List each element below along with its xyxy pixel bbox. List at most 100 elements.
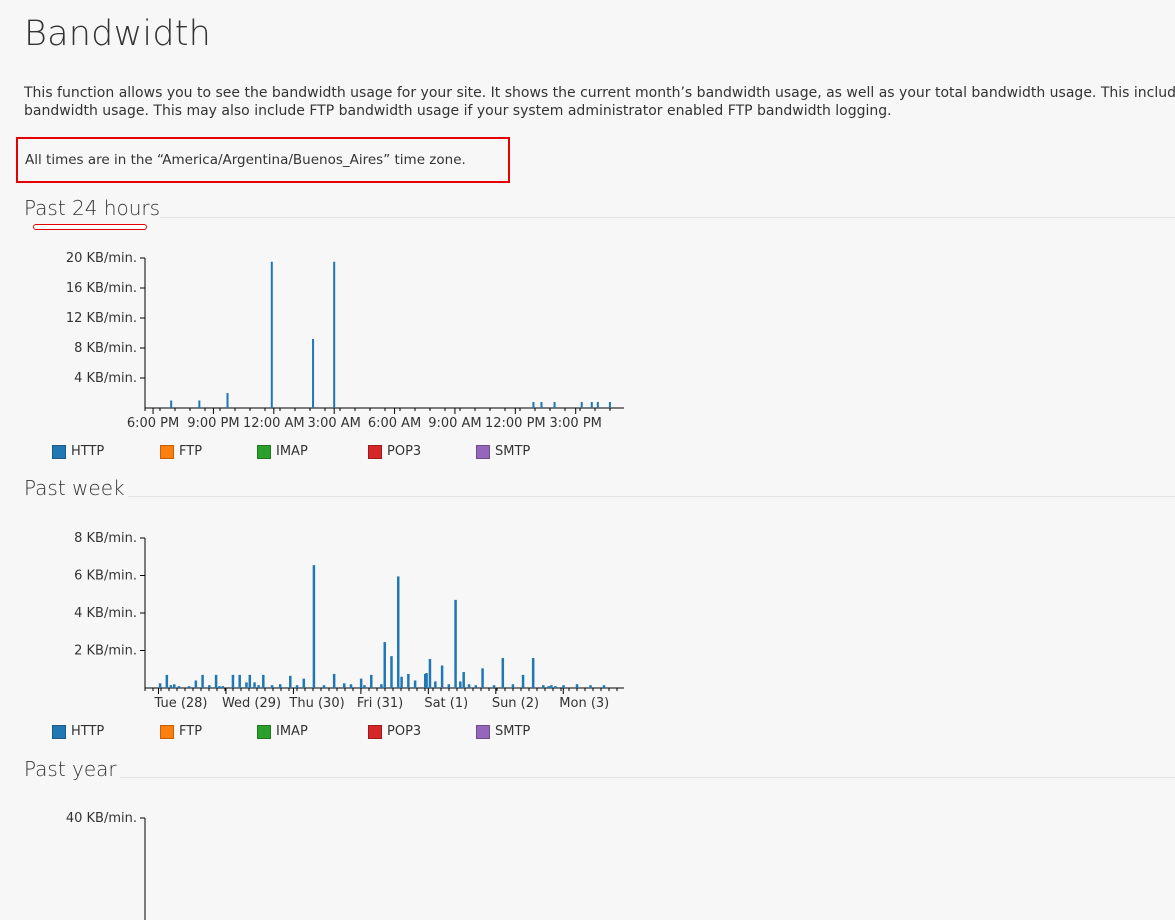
legend-item-smtp[interactable]: SMTP — [476, 444, 530, 459]
legend-item-pop3[interactable]: POP3 — [368, 724, 421, 739]
legend-label: IMAP — [276, 724, 308, 739]
x-tick-label: Tue (28) — [153, 696, 207, 711]
chart-axes: 20 KB/min. 16 KB/min. 12 KB/min. 8 KB/min. 4… — [66, 251, 624, 431]
bandwidth-chart-week: 8 KB/min. 6 KB/min. 4 KB/min. 2 KB/min. Tue … — [74, 531, 624, 711]
highlight-underline — [33, 224, 147, 230]
x-tick-label: Mon (3) — [559, 696, 609, 711]
bar-http — [531, 658, 535, 688]
bar-http — [201, 674, 204, 688]
y-tick-label: 40 KB/min. — [66, 811, 137, 826]
legend-swatch — [52, 444, 66, 459]
bar-http — [312, 339, 315, 408]
bar-http — [425, 673, 428, 688]
legend-label: POP3 — [387, 444, 422, 459]
bar-http — [492, 685, 496, 688]
legend-label: FTP — [179, 724, 203, 739]
bars — [170, 261, 611, 408]
legend-item-http[interactable]: HTTP — [52, 724, 104, 739]
bar-http — [370, 674, 373, 688]
bar-http — [380, 684, 383, 688]
x-tick-label: 3:00 PM — [550, 416, 602, 431]
bar-http — [270, 685, 274, 688]
bar-http — [589, 685, 592, 688]
legend-swatch — [257, 444, 271, 459]
legend-swatch — [476, 444, 490, 459]
x-tick-label: 12:00 AM — [243, 416, 305, 431]
bar-http — [289, 675, 292, 688]
bar-http — [532, 402, 535, 408]
bar-http — [238, 674, 241, 688]
bar-http — [170, 400, 173, 408]
bar-http — [278, 684, 282, 688]
bar-http — [248, 674, 252, 688]
x-tick-label: 9:00 PM — [187, 416, 239, 431]
page-description: This function allows you to see the band… — [24, 84, 1175, 120]
x-tick-label: 3:00 AM — [307, 416, 360, 431]
bar-http — [481, 668, 484, 688]
bar-http — [332, 673, 336, 688]
legend-item-ftp[interactable]: FTP — [160, 724, 202, 739]
legend-swatch — [52, 724, 66, 739]
bar-http — [302, 678, 306, 688]
bar-http — [462, 672, 465, 688]
bar-http — [270, 261, 273, 408]
bar-http — [596, 402, 599, 408]
bar-http — [158, 683, 162, 688]
bar-http — [312, 565, 316, 688]
x-tick-label: Thu (30) — [288, 696, 344, 711]
bar-http — [521, 674, 525, 688]
bar-http — [194, 680, 198, 688]
legend-label: SMTP — [495, 724, 531, 739]
legend-swatch — [476, 724, 490, 739]
x-tick-label: 12:00 PM — [485, 416, 546, 431]
bar-http — [440, 665, 444, 688]
legend-swatch — [160, 724, 174, 739]
bar-http — [400, 676, 403, 688]
section-divider — [120, 777, 1175, 778]
x-tick-label: 6:00 AM — [368, 416, 421, 431]
bar-http — [253, 682, 256, 688]
bar-http — [467, 684, 471, 688]
bar-http — [474, 685, 478, 688]
legend-item-ftp[interactable]: FTP — [160, 444, 202, 459]
x-tick-label: Fri (31) — [357, 696, 403, 711]
bar-http — [383, 642, 386, 688]
section-title-past-year: Past year — [24, 757, 117, 781]
x-tick-label: 9:00 AM — [428, 416, 481, 431]
bar-http — [173, 684, 176, 688]
legend-item-pop3[interactable]: POP3 — [368, 444, 421, 459]
bar-http — [359, 678, 363, 688]
legend-item-imap[interactable]: IMAP — [257, 444, 308, 459]
bar-http — [295, 685, 299, 688]
bar-http — [547, 686, 550, 688]
y-tick-label: 4 KB/min. — [74, 606, 137, 621]
legend-item-imap[interactable]: IMAP — [257, 724, 308, 739]
description-line-1: This function allows you to see the band… — [24, 85, 1175, 101]
y-tick-label: 20 KB/min. — [66, 251, 137, 266]
bar-http — [580, 402, 583, 408]
bar-http — [396, 576, 400, 688]
bar-http — [562, 685, 565, 688]
section-title-past-week: Past week — [24, 476, 125, 500]
bar-http — [226, 393, 229, 408]
section-divider — [160, 217, 1175, 218]
bar-http — [542, 685, 545, 688]
legend-item-http[interactable]: HTTP — [52, 444, 104, 459]
bar-http — [169, 685, 173, 688]
y-tick-label: 8 KB/min. — [74, 341, 137, 356]
legend-label: IMAP — [276, 444, 308, 459]
bar-http — [390, 656, 393, 688]
bar-http — [208, 685, 211, 688]
bar-http — [428, 658, 432, 688]
bar-http — [245, 682, 248, 688]
bandwidth-chart-24h: 20 KB/min. 16 KB/min. 12 KB/min. 8 KB/min. 4… — [66, 251, 624, 431]
bar-http — [262, 674, 265, 688]
y-tick-label: 16 KB/min. — [66, 281, 137, 296]
bar-http — [322, 685, 326, 688]
description-line-2: bandwidth usage. This may also include F… — [24, 103, 892, 119]
legend-swatch — [368, 444, 382, 459]
legend-item-smtp[interactable]: SMTP — [476, 724, 530, 739]
bar-http — [575, 684, 579, 688]
x-tick-label: Sat (1) — [424, 696, 468, 711]
bar-http — [501, 658, 505, 688]
